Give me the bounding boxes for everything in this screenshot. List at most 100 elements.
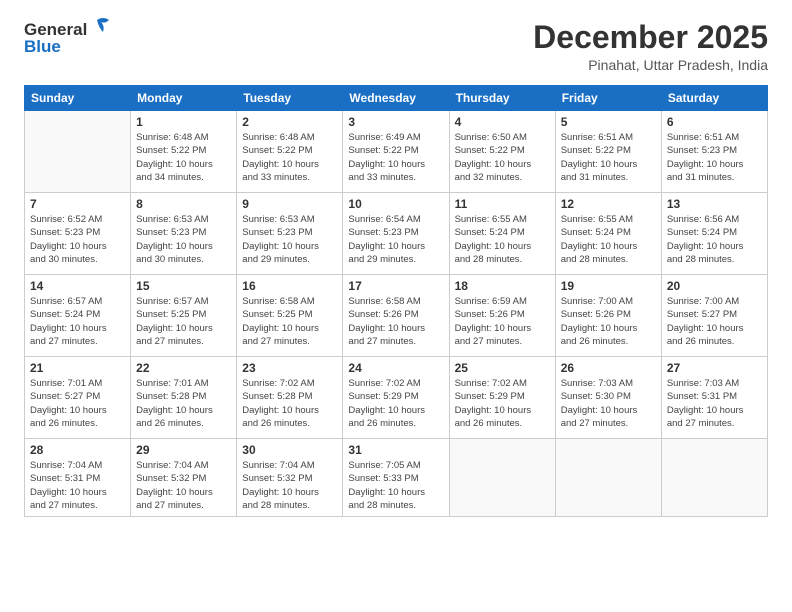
day-number: 22 <box>136 361 231 375</box>
day-number: 16 <box>242 279 337 293</box>
table-row: 5Sunrise: 6:51 AM Sunset: 5:22 PM Daylig… <box>555 111 661 193</box>
table-row <box>555 439 661 517</box>
table-row <box>25 111 131 193</box>
title-block: December 2025 Pinahat, Uttar Pradesh, In… <box>533 20 768 73</box>
day-number: 17 <box>348 279 443 293</box>
day-info: Sunrise: 6:50 AM Sunset: 5:22 PM Dayligh… <box>455 131 550 184</box>
page-header: General Blue December 2025 Pinahat, Utta… <box>24 20 768 73</box>
day-info: Sunrise: 6:55 AM Sunset: 5:24 PM Dayligh… <box>455 213 550 266</box>
table-row: 10 Sunrise: 6:54 AM Sunset: 5:23 PM Dayli… <box>343 193 449 275</box>
table-row: 7Sunrise: 6:52 AM Sunset: 5:23 PM Daylig… <box>25 193 131 275</box>
table-row: 24 Sunrise: 7:02 AM Sunset: 5:29 PM Dayli… <box>343 357 449 439</box>
day-info: Sunrise: 7:04 AM Sunset: 5:31 PM Dayligh… <box>30 459 125 512</box>
calendar-table: Sunday Monday Tuesday Wednesday Thursday… <box>24 85 768 517</box>
table-row: 17 Sunrise: 6:58 AM Sunset: 5:26 PM Dayli… <box>343 275 449 357</box>
table-row: 26 Sunrise: 7:03 AM Sunset: 5:30 PM Dayli… <box>555 357 661 439</box>
day-number: 4 <box>455 115 550 129</box>
day-info: Sunrise: 6:57 AM Sunset: 5:24 PM Dayligh… <box>30 295 125 348</box>
day-info: Sunrise: 7:03 AM Sunset: 5:30 PM Dayligh… <box>561 377 656 430</box>
day-number: 9 <box>242 197 337 211</box>
header-wednesday: Wednesday <box>343 86 449 111</box>
table-row: 19 Sunrise: 7:00 AM Sunset: 5:26 PM Dayli… <box>555 275 661 357</box>
table-row: 23 Sunrise: 7:02 AM Sunset: 5:28 PM Dayli… <box>237 357 343 439</box>
day-number: 5 <box>561 115 656 129</box>
day-info: Sunrise: 6:49 AM Sunset: 5:22 PM Dayligh… <box>348 131 443 184</box>
day-info: Sunrise: 7:04 AM Sunset: 5:32 PM Dayligh… <box>136 459 231 512</box>
day-number: 11 <box>455 197 550 211</box>
header-tuesday: Tuesday <box>237 86 343 111</box>
header-friday: Friday <box>555 86 661 111</box>
day-number: 18 <box>455 279 550 293</box>
table-row: 9 Sunrise: 6:53 AM Sunset: 5:23 PM Daylig… <box>237 193 343 275</box>
logo: General Blue <box>24 20 109 57</box>
day-number: 15 <box>136 279 231 293</box>
table-row <box>449 439 555 517</box>
day-info: Sunrise: 7:01 AM Sunset: 5:28 PM Dayligh… <box>136 377 231 430</box>
day-number: 29 <box>136 443 231 457</box>
day-info: Sunrise: 7:02 AM Sunset: 5:28 PM Dayligh… <box>242 377 337 430</box>
logo-bird-icon <box>89 16 109 40</box>
day-number: 27 <box>667 361 762 375</box>
day-number: 31 <box>348 443 443 457</box>
table-row: 28 Sunrise: 7:04 AM Sunset: 5:31 PM Dayli… <box>25 439 131 517</box>
table-row: 30Sunrise: 7:04 AM Sunset: 5:32 PM Dayli… <box>237 439 343 517</box>
day-info: Sunrise: 6:52 AM Sunset: 5:23 PM Dayligh… <box>30 213 125 266</box>
table-row: 11 Sunrise: 6:55 AM Sunset: 5:24 PM Dayli… <box>449 193 555 275</box>
day-number: 28 <box>30 443 125 457</box>
day-number: 2 <box>242 115 337 129</box>
table-row: 13 Sunrise: 6:56 AM Sunset: 5:24 PM Dayli… <box>661 193 767 275</box>
table-row: 21Sunrise: 7:01 AM Sunset: 5:27 PM Dayli… <box>25 357 131 439</box>
day-number: 19 <box>561 279 656 293</box>
month-title: December 2025 <box>533 20 768 55</box>
day-number: 20 <box>667 279 762 293</box>
table-row: 22 Sunrise: 7:01 AM Sunset: 5:28 PM Dayli… <box>131 357 237 439</box>
day-number: 3 <box>348 115 443 129</box>
table-row: 15 Sunrise: 6:57 AM Sunset: 5:25 PM Dayli… <box>131 275 237 357</box>
day-info: Sunrise: 6:55 AM Sunset: 5:24 PM Dayligh… <box>561 213 656 266</box>
table-row: 12 Sunrise: 6:55 AM Sunset: 5:24 PM Dayli… <box>555 193 661 275</box>
day-info: Sunrise: 7:02 AM Sunset: 5:29 PM Dayligh… <box>348 377 443 430</box>
day-info: Sunrise: 6:58 AM Sunset: 5:25 PM Dayligh… <box>242 295 337 348</box>
day-info: Sunrise: 7:04 AM Sunset: 5:32 PM Dayligh… <box>242 459 337 512</box>
day-number: 1 <box>136 115 231 129</box>
day-info: Sunrise: 6:54 AM Sunset: 5:23 PM Dayligh… <box>348 213 443 266</box>
header-thursday: Thursday <box>449 86 555 111</box>
table-row <box>661 439 767 517</box>
day-info: Sunrise: 7:03 AM Sunset: 5:31 PM Dayligh… <box>667 377 762 430</box>
table-row: 16 Sunrise: 6:58 AM Sunset: 5:25 PM Dayli… <box>237 275 343 357</box>
header-monday: Monday <box>131 86 237 111</box>
table-row: 27 Sunrise: 7:03 AM Sunset: 5:31 PM Dayli… <box>661 357 767 439</box>
day-number: 25 <box>455 361 550 375</box>
day-number: 10 <box>348 197 443 211</box>
table-row: 29 Sunrise: 7:04 AM Sunset: 5:32 PM Dayli… <box>131 439 237 517</box>
day-info: Sunrise: 6:53 AM Sunset: 5:23 PM Dayligh… <box>242 213 337 266</box>
day-info: Sunrise: 7:02 AM Sunset: 5:29 PM Dayligh… <box>455 377 550 430</box>
day-info: Sunrise: 7:05 AM Sunset: 5:33 PM Dayligh… <box>348 459 443 512</box>
day-number: 23 <box>242 361 337 375</box>
day-info: Sunrise: 6:57 AM Sunset: 5:25 PM Dayligh… <box>136 295 231 348</box>
day-number: 6 <box>667 115 762 129</box>
day-number: 14 <box>30 279 125 293</box>
day-info: Sunrise: 6:59 AM Sunset: 5:26 PM Dayligh… <box>455 295 550 348</box>
day-info: Sunrise: 6:58 AM Sunset: 5:26 PM Dayligh… <box>348 295 443 348</box>
table-row: 6Sunrise: 6:51 AM Sunset: 5:23 PM Daylig… <box>661 111 767 193</box>
day-number: 12 <box>561 197 656 211</box>
weekday-header-row: Sunday Monday Tuesday Wednesday Thursday… <box>25 86 768 111</box>
day-number: 13 <box>667 197 762 211</box>
table-row: 1Sunrise: 6:48 AM Sunset: 5:22 PM Daylig… <box>131 111 237 193</box>
day-info: Sunrise: 6:56 AM Sunset: 5:24 PM Dayligh… <box>667 213 762 266</box>
table-row: 3 Sunrise: 6:49 AM Sunset: 5:22 PM Daylig… <box>343 111 449 193</box>
day-info: Sunrise: 7:01 AM Sunset: 5:27 PM Dayligh… <box>30 377 125 430</box>
table-row: 18 Sunrise: 6:59 AM Sunset: 5:26 PM Dayli… <box>449 275 555 357</box>
day-info: Sunrise: 7:00 AM Sunset: 5:27 PM Dayligh… <box>667 295 762 348</box>
table-row: 8Sunrise: 6:53 AM Sunset: 5:23 PM Daylig… <box>131 193 237 275</box>
day-info: Sunrise: 6:53 AM Sunset: 5:23 PM Dayligh… <box>136 213 231 266</box>
table-row: 2Sunrise: 6:48 AM Sunset: 5:22 PM Daylig… <box>237 111 343 193</box>
day-number: 26 <box>561 361 656 375</box>
table-row: 31 Sunrise: 7:05 AM Sunset: 5:33 PM Dayli… <box>343 439 449 517</box>
logo-text-blue: Blue <box>24 38 109 57</box>
table-row: 20 Sunrise: 7:00 AM Sunset: 5:27 PM Dayli… <box>661 275 767 357</box>
day-info: Sunrise: 7:00 AM Sunset: 5:26 PM Dayligh… <box>561 295 656 348</box>
header-saturday: Saturday <box>661 86 767 111</box>
day-number: 24 <box>348 361 443 375</box>
